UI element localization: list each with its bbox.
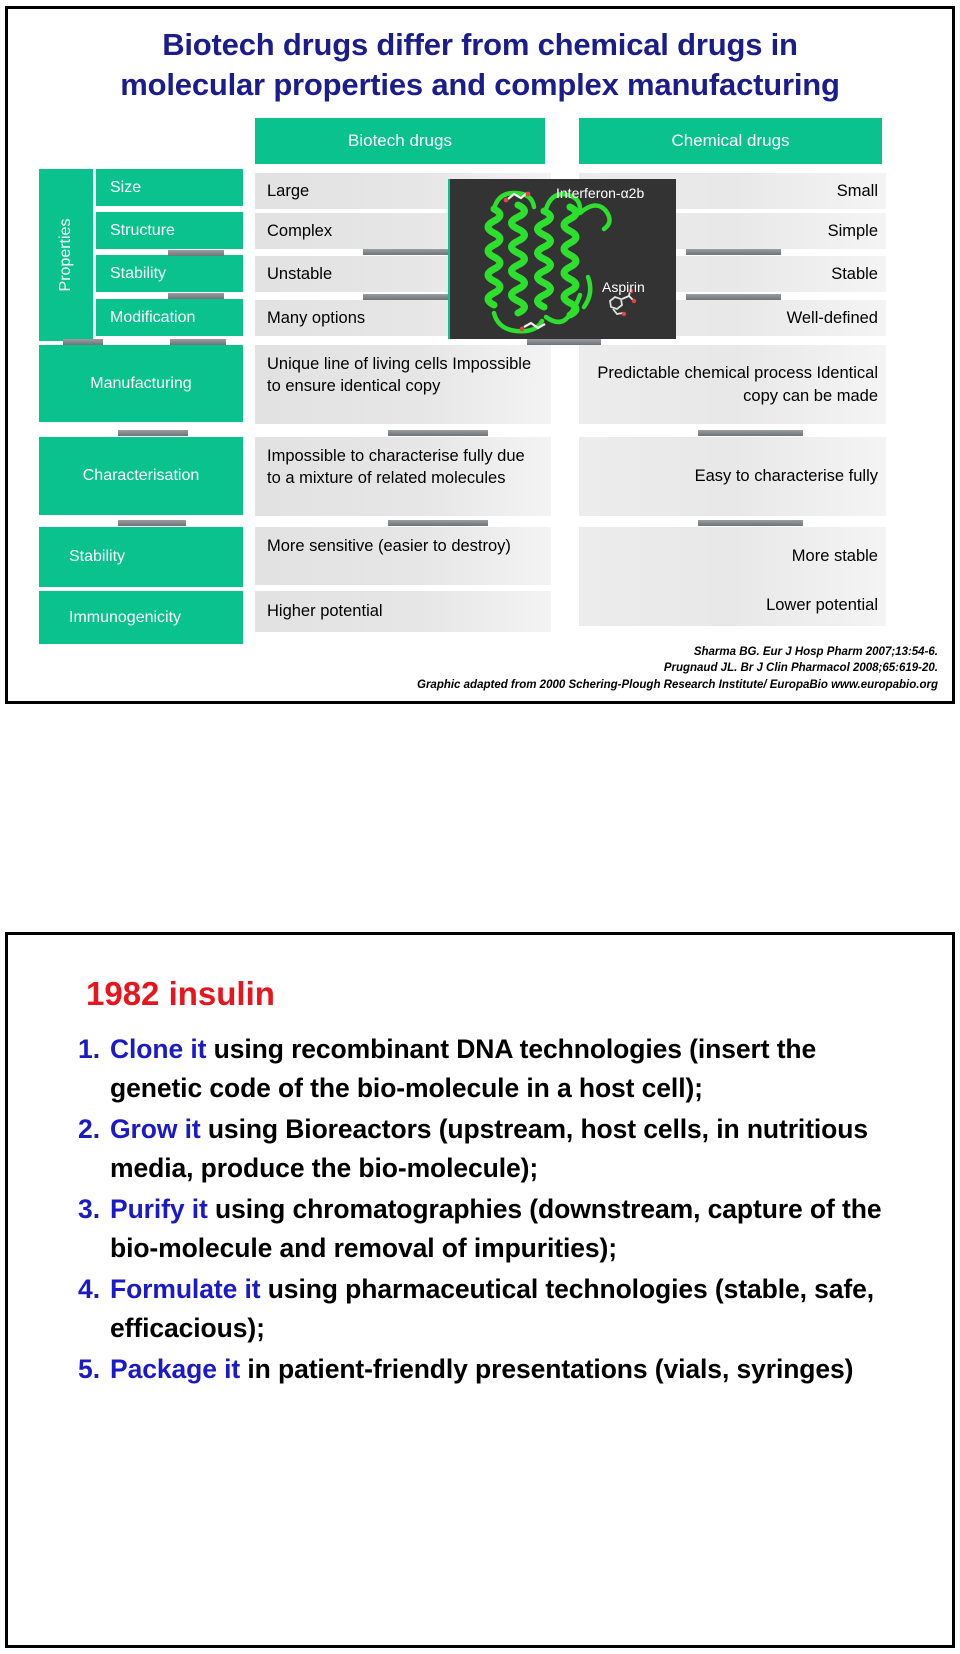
list-item: 3. Purify it using chromatographies (dow… bbox=[78, 1190, 908, 1268]
cell-chemical-manufacturing: Predictable chemical process Identical c… bbox=[579, 345, 886, 424]
citation-line-2: Prugnaud JL. Br J Clin Pharmacol 2008;65… bbox=[663, 662, 938, 675]
connector-tab bbox=[118, 430, 188, 436]
step-text: Clone it using recombinant DNA technolog… bbox=[110, 1030, 908, 1108]
slide-comparison: Biotech drugs differ from chemical drugs… bbox=[5, 6, 955, 704]
row-label-characterisation: Characterisation bbox=[39, 437, 243, 515]
list-item: 5. Package it in patient-friendly presen… bbox=[78, 1350, 908, 1389]
connector-tab bbox=[63, 339, 103, 345]
citation-line-3: Graphic adapted from 2000 Schering-Ploug… bbox=[417, 678, 938, 691]
step-highlight: Package it bbox=[110, 1353, 241, 1384]
list-item: 2. Grow it using Bioreactors (upstream, … bbox=[78, 1110, 908, 1188]
column-header-biotech: Biotech drugs bbox=[255, 118, 545, 164]
step-text: Package it in patient-friendly presentat… bbox=[110, 1350, 853, 1389]
citation-line-1: Sharma BG. Eur J Hosp Pharm 2007;13:54-6… bbox=[693, 646, 938, 659]
step-number: 3. bbox=[78, 1193, 101, 1224]
step-rest: in patient-friendly presentations (vials… bbox=[240, 1353, 854, 1384]
title-line-2: molecular properties and complex manufac… bbox=[120, 67, 840, 103]
cell-biotech-stability-2: More sensitive (easier to destroy) bbox=[255, 527, 551, 585]
step-text: Grow it using Bioreactors (upstream, hos… bbox=[110, 1110, 908, 1188]
step-rest: using recombinant DNA technologies (inse… bbox=[110, 1034, 817, 1103]
connector-tab bbox=[527, 339, 601, 345]
row-label-immunogenicity: Immunogenicity bbox=[39, 591, 243, 644]
step-highlight: Clone it bbox=[110, 1034, 207, 1064]
citation-block: Sharma BG. Eur J Hosp Pharm 2007;13:54-6… bbox=[417, 644, 938, 693]
column-header-row: Biotech drugs Chemical drugs bbox=[8, 118, 958, 164]
properties-group-bar: Properties bbox=[39, 169, 93, 341]
protein-ribbon-graphic bbox=[450, 179, 676, 339]
row-label-stability-2: Stability bbox=[39, 527, 243, 587]
connector-tab bbox=[686, 294, 781, 300]
step-highlight: Grow it bbox=[110, 1113, 201, 1144]
cell-chemical-characterisation: Easy to characterise fully bbox=[579, 437, 886, 516]
title-line-1: Biotech drugs differ from chemical drugs… bbox=[162, 27, 798, 62]
cell-biotech-immunogenicity: Higher potential bbox=[255, 591, 551, 632]
connector-tab bbox=[170, 339, 226, 345]
connector-tab bbox=[388, 430, 488, 436]
connector-tab bbox=[698, 430, 803, 436]
cell-chemical-immunogenicity: Lower potential bbox=[579, 585, 886, 626]
step-number: 2. bbox=[78, 1113, 101, 1144]
column-header-chemical: Chemical drugs bbox=[579, 118, 882, 164]
connector-tab bbox=[686, 249, 781, 255]
connector-tab bbox=[363, 249, 453, 255]
step-text: Purify it using chromatographies (downst… bbox=[110, 1190, 908, 1268]
row-label-manufacturing: Manufacturing bbox=[39, 345, 243, 422]
list-item: 4. Formulate it using pharmaceutical tec… bbox=[78, 1270, 908, 1348]
step-text: Formulate it using pharmaceutical techno… bbox=[110, 1270, 908, 1348]
step-highlight: Formulate it bbox=[110, 1273, 261, 1304]
step-number: 1. bbox=[78, 1034, 101, 1064]
connector-tab bbox=[168, 293, 224, 299]
cell-biotech-manufacturing: Unique line of living cells Impossible t… bbox=[255, 345, 551, 424]
insulin-heading: 1982 insulin bbox=[86, 975, 275, 1012]
connector-tab bbox=[363, 294, 453, 300]
protein-label: Interferon-α2b bbox=[556, 185, 645, 201]
connector-tab bbox=[388, 520, 488, 526]
step-highlight: Purify it bbox=[110, 1193, 208, 1224]
connector-tab bbox=[118, 520, 186, 526]
steps-list: 1. Clone it using recombinant DNA techno… bbox=[78, 1030, 908, 1391]
slide-title: Biotech drugs differ from chemical drugs… bbox=[8, 9, 952, 110]
slide-insulin-steps: 1982 insulin 1. Clone it using recombina… bbox=[5, 932, 955, 1648]
step-number: 4. bbox=[78, 1273, 101, 1304]
connector-tab bbox=[698, 520, 803, 526]
list-item: 1. Clone it using recombinant DNA techno… bbox=[78, 1030, 908, 1108]
step-rest: using chromatographies (downstream, capt… bbox=[110, 1193, 882, 1263]
row-label-stability-1: Stability bbox=[96, 255, 243, 292]
cell-biotech-characterisation: Impossible to characterise fully due to … bbox=[255, 437, 551, 516]
document-page: Biotech drugs differ from chemical drugs… bbox=[0, 0, 960, 1654]
cell-chemical-stability-2: More stable bbox=[579, 527, 886, 585]
step-rest: using Bioreactors (upstream, host cells,… bbox=[110, 1113, 868, 1183]
row-label-size: Size bbox=[96, 169, 243, 206]
row-label-structure: Structure bbox=[96, 212, 243, 249]
step-number: 5. bbox=[78, 1353, 101, 1384]
aspirin-label: Aspirin bbox=[602, 279, 645, 295]
molecule-illustration: Interferon-α2b Aspirin bbox=[448, 179, 676, 339]
row-label-modification: Modification bbox=[96, 299, 243, 336]
connector-tab bbox=[168, 250, 224, 256]
properties-group-label: Properties bbox=[57, 218, 74, 292]
